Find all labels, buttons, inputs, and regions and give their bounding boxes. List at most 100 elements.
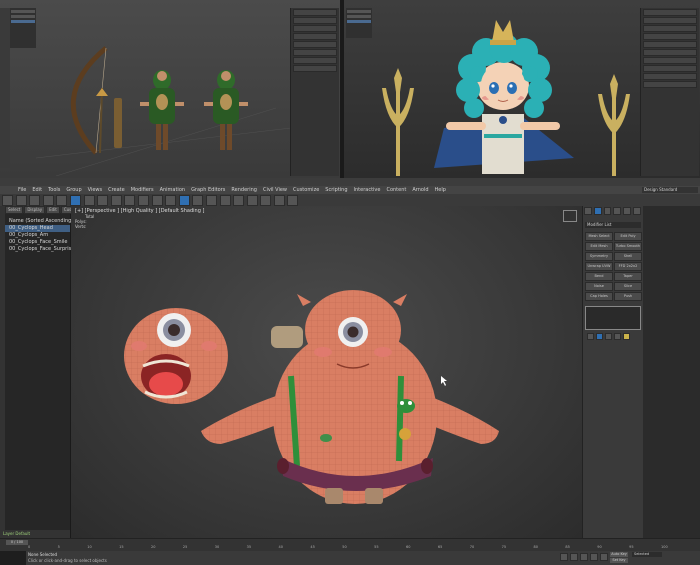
menu-customize[interactable]: Customize: [293, 187, 319, 193]
menu-file[interactable]: File: [18, 187, 26, 193]
modifier-stack[interactable]: [585, 306, 641, 330]
create-tab-icon[interactable]: [584, 207, 592, 215]
layer-icon[interactable]: [233, 195, 245, 206]
pin-stack-icon[interactable]: [587, 333, 594, 340]
modifier-button-grid: Mesh Select Edit Poly Edit Mesh Turbo Sm…: [583, 230, 643, 303]
time-slider[interactable]: 0 / 100: [6, 540, 28, 545]
menu-tools[interactable]: Tools: [48, 187, 60, 193]
modify-tab-icon[interactable]: [593, 207, 602, 215]
material-editor-icon[interactable]: [260, 195, 272, 206]
menu-graph-editors[interactable]: Graph Editors: [191, 187, 225, 193]
menu-arnold[interactable]: Arnold: [412, 187, 428, 193]
menu-interactive[interactable]: Interactive: [354, 187, 381, 193]
utilities-tab-icon[interactable]: [633, 207, 641, 215]
mod-btn-10[interactable]: Taper: [614, 272, 642, 281]
menu-content[interactable]: Content: [386, 187, 406, 193]
tree-item-cyclops-face-surprise[interactable]: 00_Cyclops_Face_Surprise: [5, 246, 74, 253]
key-filter-selected[interactable]: Selected: [632, 552, 662, 557]
workspace-selector[interactable]: Design Standard: [642, 187, 698, 193]
rotate-icon[interactable]: [110, 195, 122, 206]
mod-btn-5[interactable]: Symmetry: [585, 252, 613, 261]
modifier-list-dropdown[interactable]: Modifier List: [585, 222, 641, 228]
mod-btn-12[interactable]: Slice: [614, 282, 642, 291]
menu-civil-view[interactable]: Civil View: [263, 187, 287, 193]
top-right-timeline[interactable]: [344, 178, 700, 186]
mod-btn-2[interactable]: Edit Poly: [614, 232, 642, 241]
top-left-timeline[interactable]: [0, 178, 344, 186]
tree-item-cyclops-arn[interactable]: 00_Cyclops_Arn: [5, 232, 70, 239]
maxscript-listener[interactable]: [0, 551, 26, 565]
configure-sets-icon[interactable]: [623, 333, 630, 340]
mod-btn-11[interactable]: Noise: [585, 282, 613, 291]
auto-key-button[interactable]: Auto Key: [610, 552, 628, 557]
next-frame-icon[interactable]: [590, 553, 598, 561]
play-icon[interactable]: [580, 553, 588, 561]
remove-modifier-icon[interactable]: [614, 333, 621, 340]
render-icon[interactable]: [287, 195, 299, 206]
motion-tab-icon[interactable]: [613, 207, 622, 215]
menu-rendering[interactable]: Rendering: [231, 187, 257, 193]
percent-snap-icon[interactable]: [192, 195, 204, 206]
previous-frame-icon[interactable]: [570, 553, 578, 561]
top-left-outliner[interactable]: [10, 8, 36, 48]
tree-header[interactable]: Name (Sorted Ascending): [5, 218, 73, 225]
menu-views[interactable]: Views: [88, 187, 102, 193]
undo-icon[interactable]: [2, 195, 13, 206]
mod-btn-4[interactable]: Turbo Smooth: [614, 242, 642, 251]
layer-explorer-bar[interactable]: Layer Default: [0, 530, 70, 538]
unlink-icon[interactable]: [42, 195, 54, 206]
select-region-icon[interactable]: [83, 195, 95, 206]
viewport-top-right[interactable]: [344, 0, 700, 178]
mod-btn-6[interactable]: Shell: [614, 252, 642, 261]
angle-snap-icon[interactable]: [178, 195, 190, 206]
link-icon[interactable]: [29, 195, 41, 206]
hierarchy-tab-icon[interactable]: [603, 207, 612, 215]
top-left-command-panel[interactable]: [290, 8, 339, 176]
mod-btn-7[interactable]: Unwrap UVW: [585, 262, 613, 271]
show-end-result-icon[interactable]: [596, 333, 603, 340]
tab-edit[interactable]: Edit: [46, 206, 60, 214]
viewport-top-left[interactable]: [0, 0, 340, 178]
display-tab-icon[interactable]: [623, 207, 632, 215]
mod-btn-13[interactable]: Cap Holes: [585, 292, 613, 301]
timeline-ticks: 0 5 10 15 20 25 30 35 40 45 50 55 60 65 70 75 80 85 …: [28, 545, 668, 549]
timeline[interactable]: 0 / 100 0 5 10 15 20 25 30 35 40 45 50 55 60 65 70…: [0, 538, 700, 552]
go-to-start-icon[interactable]: [560, 553, 568, 561]
mod-btn-8[interactable]: FFD 2x2x2: [614, 262, 642, 271]
top-left-scene: [36, 46, 291, 176]
render-setup-icon[interactable]: [273, 195, 285, 206]
menu-group[interactable]: Group: [66, 187, 81, 193]
menu-help[interactable]: Help: [435, 187, 446, 193]
viewport-perspective[interactable]: [+] [Perspective ] [High Quality ] [Defa…: [71, 206, 582, 538]
go-to-end-icon[interactable]: [600, 553, 608, 561]
make-unique-icon[interactable]: [605, 333, 612, 340]
scale-icon[interactable]: [124, 195, 136, 206]
tree-item-cyclops-face-smile[interactable]: 00_Cyclops_Face_Smile: [5, 239, 70, 246]
select-icon[interactable]: [69, 195, 81, 206]
menu-edit[interactable]: Edit: [32, 187, 42, 193]
top-right-command-panel[interactable]: [640, 8, 699, 176]
mod-btn-14[interactable]: Push: [614, 292, 642, 301]
pivot-icon[interactable]: [151, 195, 163, 206]
menu-create[interactable]: Create: [108, 187, 125, 193]
top-right-outliner[interactable]: [346, 8, 372, 38]
redo-icon[interactable]: [15, 195, 27, 206]
snap-icon[interactable]: [165, 195, 177, 206]
mod-btn-9[interactable]: Bend: [585, 272, 613, 281]
set-key-button[interactable]: Set Key: [610, 558, 628, 563]
bind-icon[interactable]: [56, 195, 68, 206]
mirror-icon[interactable]: [205, 195, 217, 206]
tab-select[interactable]: Select: [5, 206, 24, 214]
menu-scripting[interactable]: Scripting: [325, 187, 347, 193]
align-icon[interactable]: [219, 195, 231, 206]
move-icon[interactable]: [97, 195, 109, 206]
menu-items: File Edit Tools Group Views Create Modif…: [0, 186, 700, 194]
curve-editor-icon[interactable]: [246, 195, 258, 206]
menu-modifiers[interactable]: Modifiers: [131, 187, 154, 193]
menu-animation[interactable]: Animation: [160, 187, 186, 193]
mod-btn-3[interactable]: Edit Mesh: [585, 242, 613, 251]
mod-btn-1[interactable]: Mesh Select: [585, 232, 613, 241]
tab-display[interactable]: Display: [24, 206, 46, 214]
place-icon[interactable]: [137, 195, 149, 206]
tree-item-cyclops-head[interactable]: 00_Cyclops_Head: [5, 225, 70, 232]
